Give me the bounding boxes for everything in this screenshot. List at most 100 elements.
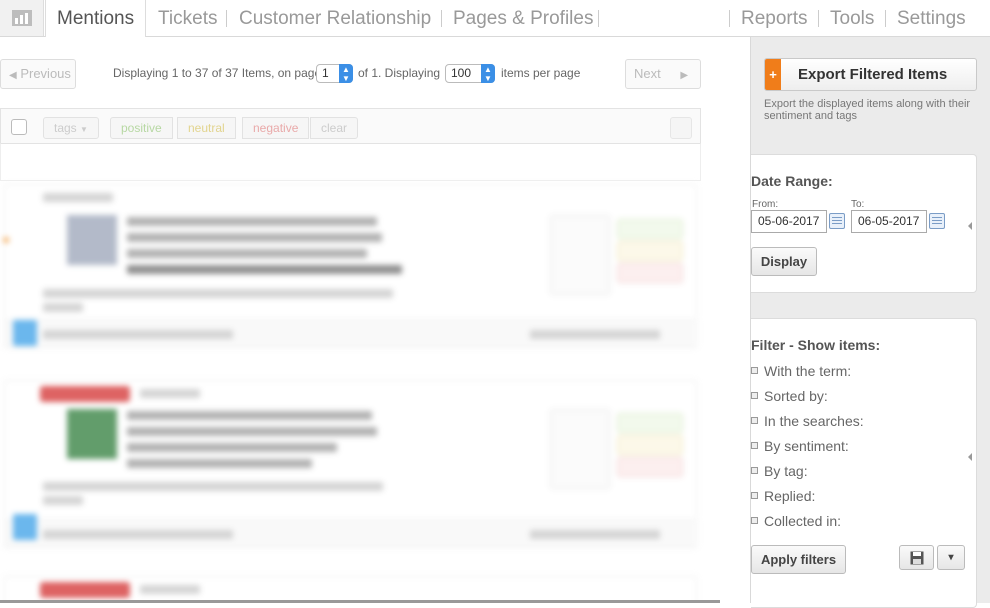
tab-pages-profiles[interactable]: Pages & Profiles — [442, 0, 604, 37]
tag-badge — [40, 386, 130, 402]
negative-button[interactable] — [617, 263, 683, 283]
filter-panel: Filter - Show items: With the term: Sort… — [751, 318, 977, 608]
chevron-right-icon: ▶ — [680, 70, 689, 81]
next-button[interactable]: Next ▶ — [625, 59, 701, 89]
filter-label: In the searches: — [764, 413, 864, 429]
from-label: From: — [752, 199, 779, 210]
from-date-input[interactable]: 05-06-2017 — [751, 210, 827, 233]
footer-text — [43, 330, 233, 339]
select-all-checkbox[interactable] — [11, 119, 27, 135]
expand-square-icon — [751, 492, 758, 499]
tag-controls[interactable] — [550, 409, 610, 489]
collapse-arrow-icon[interactable] — [968, 222, 972, 230]
apply-filters-button[interactable]: Apply filters — [751, 545, 846, 574]
reply-icon[interactable] — [13, 514, 37, 540]
calendar-icon[interactable] — [929, 213, 945, 229]
display-button[interactable]: Display — [751, 247, 817, 276]
reply-icon[interactable] — [13, 320, 37, 346]
tab-customer-relationship[interactable]: Customer Relationship — [228, 0, 442, 37]
mention-text — [127, 217, 377, 226]
footer-text — [530, 330, 660, 339]
mention-list-blurred — [0, 181, 720, 603]
avatar — [67, 215, 117, 265]
mention-footer — [5, 519, 698, 547]
filter-label: With the term: — [764, 363, 852, 379]
mention-text — [127, 249, 367, 258]
collapse-arrow-icon[interactable] — [968, 453, 972, 461]
to-date-input[interactable]: 06-05-2017 — [851, 210, 927, 233]
filter-by-sentiment[interactable]: By sentiment: — [751, 438, 849, 454]
mention-text — [127, 233, 382, 242]
filter-label: By tag: — [764, 463, 808, 479]
mention-text — [127, 443, 337, 452]
caret-down-icon: ▼ — [80, 125, 88, 134]
save-icon[interactable] — [899, 545, 934, 570]
tab-reports[interactable]: Reports — [730, 0, 819, 37]
tag-badge — [40, 582, 130, 598]
list-spacer — [0, 143, 701, 181]
pagination-bar: ◀ Previous Displaying 1 to 37 of 37 Item… — [0, 59, 701, 89]
filter-label: Collected in: — [764, 513, 842, 529]
page-select-value: 1 — [322, 66, 329, 80]
mention-meta — [140, 389, 200, 398]
nav-separator — [598, 10, 599, 27]
filter-by-tag[interactable]: By tag: — [751, 463, 808, 479]
mention-meta — [140, 585, 200, 594]
mention-item[interactable] — [3, 184, 698, 348]
plus-icon: + — [765, 59, 781, 90]
neutral-filter-button[interactable]: neutral — [177, 117, 236, 139]
mention-item[interactable] — [4, 576, 697, 603]
tab-settings[interactable]: Settings — [886, 0, 977, 37]
pager-info-mid: of 1. Displaying — [358, 66, 441, 80]
tab-tickets[interactable]: Tickets — [147, 0, 228, 37]
save-options-dropdown[interactable]: ▾ — [937, 545, 965, 570]
neutral-button[interactable] — [617, 435, 683, 455]
mention-text — [127, 427, 377, 436]
neutral-button[interactable] — [617, 241, 683, 261]
export-filtered-items-button[interactable]: + Export Filtered Items — [764, 58, 977, 91]
negative-filter-button[interactable]: negative — [242, 117, 310, 139]
sidebar: + Export Filtered Items Export the displ… — [750, 37, 990, 608]
mention-meta — [43, 482, 383, 491]
negative-button[interactable] — [617, 457, 683, 477]
tag-controls[interactable] — [550, 215, 610, 295]
filter-replied[interactable]: Replied: — [751, 488, 815, 504]
tab-tools[interactable]: Tools — [819, 0, 885, 37]
floppy-disk-icon — [910, 551, 923, 565]
positive-button[interactable] — [617, 219, 683, 239]
filter-label: Sorted by: — [764, 388, 828, 404]
positive-filter-button[interactable]: positive — [110, 117, 173, 139]
positive-button[interactable] — [617, 413, 683, 433]
previous-button[interactable]: ◀ Previous — [0, 59, 76, 89]
filter-label: By sentiment: — [764, 438, 849, 454]
filter-in-searches[interactable]: In the searches: — [751, 413, 864, 429]
mention-text — [127, 411, 372, 420]
trash-icon[interactable] — [670, 117, 692, 139]
filter-sorted-by[interactable]: Sorted by: — [751, 388, 828, 404]
date-range-title: Date Range: — [751, 173, 833, 189]
select-arrows-icon: ▲ ▼ — [481, 64, 495, 83]
per-page-value: 100 — [451, 66, 472, 80]
per-page-select[interactable]: 100 ▲ ▼ — [445, 64, 495, 83]
filter-with-term[interactable]: With the term: — [751, 363, 851, 379]
filter-collected-in[interactable]: Collected in: — [751, 513, 841, 529]
avatar — [67, 409, 117, 459]
tab-mentions[interactable]: Mentions — [45, 0, 147, 38]
mention-link — [127, 265, 402, 274]
page-select[interactable]: 1 ▲ ▼ — [316, 64, 353, 83]
dashboard-chart-icon[interactable] — [0, 0, 44, 36]
expand-square-icon — [751, 442, 758, 449]
select-arrows-icon: ▲ ▼ — [339, 64, 353, 83]
mention-text — [127, 459, 312, 468]
export-description: Export the displayed items along with th… — [764, 98, 971, 122]
mention-item[interactable] — [4, 380, 698, 548]
clear-filter-button[interactable]: clear — [310, 117, 359, 139]
expand-square-icon — [751, 392, 758, 399]
expand-square-icon — [751, 467, 758, 474]
next-label: Next — [634, 66, 661, 81]
calendar-icon[interactable] — [829, 213, 845, 229]
tags-dropdown[interactable]: tags ▼ — [43, 117, 99, 139]
filter-title: Filter - Show items: — [751, 337, 881, 353]
previous-label: Previous — [20, 66, 71, 81]
to-label: To: — [851, 199, 865, 210]
